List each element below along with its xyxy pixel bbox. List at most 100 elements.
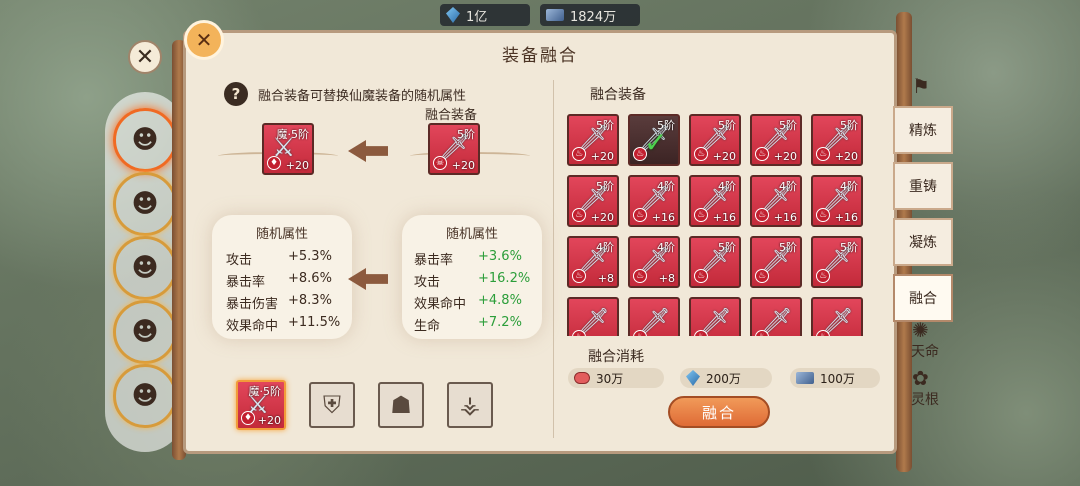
fusion-equipment-item[interactable]: 🗡 5阶 ♨ +20: [567, 114, 619, 166]
attr-value: +4.8%: [478, 293, 522, 308]
fusion-equipment-item[interactable]: 🗡 5阶 ♨ +20: [811, 114, 863, 166]
element-icon: ♨: [694, 208, 708, 222]
tab-refine[interactable]: 精炼: [893, 106, 953, 154]
item-level: +16: [651, 211, 675, 224]
fusion-equipment-item[interactable]: 🗡 4阶 ♨ +16: [628, 175, 680, 227]
fusion-equipment-item[interactable]: 🗡♨: [689, 297, 741, 336]
item-tier: 4阶: [840, 180, 858, 193]
element-icon: ♨: [816, 269, 830, 283]
fusion-equipment-item[interactable]: 🗡♨: [750, 297, 802, 336]
fusion-equipment-item[interactable]: 🗡 4阶 ♨ +16: [689, 175, 741, 227]
item-tier: 5阶: [779, 241, 797, 254]
fusion-equipment-item[interactable]: 🗡 5阶 ♨ +20: [689, 114, 741, 166]
fusion-equipment-item[interactable]: 🗡 4阶 ♨ +16: [811, 175, 863, 227]
hero-face-icon: ☻: [131, 381, 159, 411]
spirit-stone-icon: [446, 7, 460, 23]
slot-helmet[interactable]: ☗: [378, 382, 424, 428]
panel-title: 装备融合: [502, 46, 578, 66]
attributes-header: 随机属性: [255, 227, 308, 242]
element-icon: ♨: [633, 269, 647, 283]
iron-bar-icon: [546, 9, 564, 21]
item-tier: 5阶: [596, 119, 614, 132]
iron-bar-icon: [796, 372, 814, 384]
fusion-equipment-item[interactable]: 🗡 5阶 ♨: [689, 236, 741, 288]
target-item-label: 融合装备: [425, 108, 478, 123]
fuse-button[interactable]: 融合: [668, 396, 770, 428]
fusion-cost-title: 融合消耗: [588, 349, 644, 365]
spirit-stone-icon: [686, 370, 700, 386]
item-level: +20: [257, 414, 281, 427]
element-icon: ♨: [694, 147, 708, 161]
fusion-equipment-item[interactable]: 🗡 4阶 ♨ +8: [567, 236, 619, 288]
selected-check-icon: ✓: [644, 126, 668, 159]
attr-name: 暴击伤害: [226, 297, 279, 312]
item-tier: 魔·5阶: [248, 385, 282, 398]
target-equipment[interactable]: 🗡 5阶 ☠ +20: [428, 123, 480, 175]
cost-meat: 30万: [568, 368, 664, 388]
attributes-header: 随机属性: [445, 227, 498, 242]
fusion-equipment-item[interactable]: 🗡 5阶 ♨ +20: [750, 114, 802, 166]
source-equipment[interactable]: ⚔ 魔·5阶 ♦ +20: [262, 123, 314, 175]
fusion-equipment-item[interactable]: 🗡♨: [811, 297, 863, 336]
item-tier: 4阶: [779, 180, 797, 193]
attr-value: +8.6%: [288, 271, 332, 286]
fusion-equipment-item[interactable]: 🗡 5阶 ♨ ✓: [628, 114, 680, 166]
fusion-equipment-item[interactable]: 🗡♨: [628, 297, 680, 336]
fusion-equipment-item[interactable]: 🗡 4阶 ♨ +16: [750, 175, 802, 227]
element-icon: ♨: [755, 147, 769, 161]
fusion-equipment-item[interactable]: 🗡 5阶 ♨ +20: [567, 175, 619, 227]
element-icon: ♨: [755, 269, 769, 283]
item-level: +16: [773, 211, 797, 224]
tab-spirit-root[interactable]: ✿ 灵根: [896, 366, 954, 412]
item-tier: 5阶: [718, 241, 736, 254]
fusion-equipment-item[interactable]: 🗡♨: [567, 297, 619, 336]
meat-icon: [574, 372, 590, 384]
help-icon[interactable]: ?: [224, 82, 248, 106]
slot-weapon[interactable]: ⚔ 魔·5阶 ♦ +20: [236, 380, 286, 430]
fusion-equipment-item[interactable]: 🗡 5阶 ♨: [750, 236, 802, 288]
attr-value: +8.3%: [288, 293, 332, 308]
item-level: +20: [451, 159, 475, 172]
attr-value: +7.2%: [478, 315, 522, 330]
cost-amount: 100万: [820, 371, 855, 386]
item-level: +16: [834, 211, 858, 224]
item-tier: 魔·5阶: [276, 128, 310, 141]
attr-value: +16.2%: [478, 271, 531, 286]
element-icon: ♨: [572, 208, 586, 222]
element-icon: ♨: [694, 269, 708, 283]
hero-portrait-4[interactable]: ☻: [113, 300, 177, 364]
attr-name: 暴击率: [226, 275, 266, 290]
tab-reforge[interactable]: 重铸: [893, 162, 953, 210]
item-tier: 4阶: [718, 180, 736, 193]
boots-icon: ⚶: [459, 391, 481, 419]
hero-portrait-5[interactable]: ☻: [113, 364, 177, 428]
tab-destiny[interactable]: ✺ 天命: [896, 318, 954, 364]
spirit-root-icon: ✿: [912, 366, 929, 390]
tab-condense[interactable]: 凝炼: [893, 218, 953, 266]
hero-portrait-2[interactable]: ☻: [113, 172, 177, 236]
hero-portrait-1[interactable]: ☻: [113, 108, 177, 172]
item-tier: 5阶: [596, 180, 614, 193]
fusion-equipment-item[interactable]: 🗡 4阶 ♨ +8: [628, 236, 680, 288]
hero-portrait-3[interactable]: ☻: [113, 236, 177, 300]
fusion-equipment-item[interactable]: 🗡 5阶 ♨: [811, 236, 863, 288]
divider: [553, 80, 554, 438]
slot-armor[interactable]: ⛨: [309, 382, 355, 428]
iron-counter: 1824万: [540, 4, 640, 26]
attr-name: 效果命中: [226, 319, 279, 334]
item-level: +8: [658, 272, 675, 285]
tab-fusion[interactable]: 融合: [893, 274, 953, 322]
element-icon: ♦: [267, 156, 281, 170]
close-button[interactable]: ✕: [128, 40, 162, 74]
attr-name: 攻击: [414, 275, 441, 290]
attr-name: 生命: [414, 319, 441, 334]
item-tier: 5阶: [457, 128, 475, 141]
tab-label: 天命: [911, 344, 939, 360]
cost-amount: 200万: [706, 371, 741, 386]
slot-boots[interactable]: ⚶: [447, 382, 493, 428]
skull-element-icon: ☠: [433, 156, 447, 170]
item-level: +20: [285, 159, 309, 172]
fusion-equipment-title: 融合装备: [590, 87, 646, 103]
item-tier: 5阶: [779, 119, 797, 132]
spirit-stone-amount: 1亿: [466, 9, 488, 25]
